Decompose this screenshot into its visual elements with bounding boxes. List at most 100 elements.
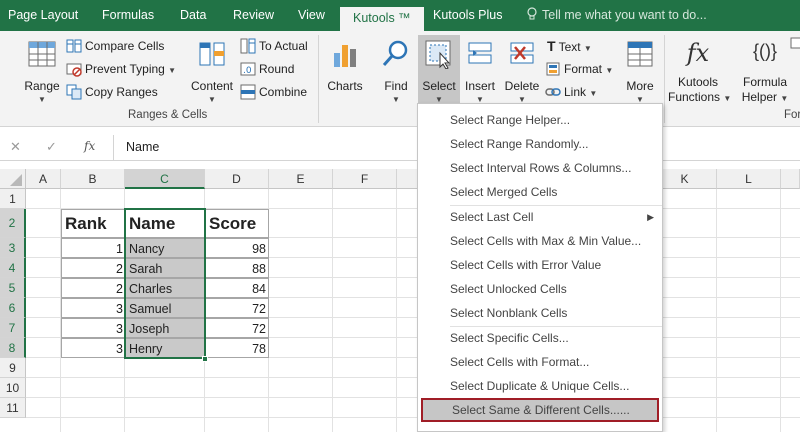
menu-item-select-specific-cells[interactable]: Select Specific Cells... <box>418 326 662 350</box>
menu-item-select-cells-with-format[interactable]: Select Cells with Format... <box>418 350 662 374</box>
menu-item-select-last-cell[interactable]: Select Last Cell ▶ <box>418 205 662 229</box>
score-cell[interactable]: 78 <box>205 338 269 358</box>
row-header-8[interactable]: 8 <box>0 338 26 358</box>
insert-function-icon[interactable]: fx <box>84 139 95 153</box>
menu-item-select-range-helper[interactable]: Select Range Helper... <box>418 108 662 132</box>
column-header-b[interactable]: B <box>61 169 125 189</box>
rank-cell[interactable]: 2 <box>61 258 126 278</box>
score-cell[interactable]: 72 <box>205 318 269 338</box>
name-cell[interactable]: Joseph <box>125 318 206 338</box>
content-button[interactable]: Content ▼ <box>188 37 236 104</box>
tab-review[interactable]: Review <box>233 0 274 31</box>
menu-item-select-merged-cells[interactable]: Select Merged Cells <box>418 180 662 204</box>
overflow-icon[interactable] <box>790 35 800 57</box>
score-cell[interactable]: 88 <box>205 258 269 278</box>
rank-cell[interactable]: 3 <box>61 318 126 338</box>
tab-formulas[interactable]: Formulas <box>102 0 154 31</box>
tab-data[interactable]: Data <box>180 0 206 31</box>
insert-button[interactable]: Insert ▼ <box>462 37 498 104</box>
row-header-7[interactable]: 7 <box>0 318 26 338</box>
row-header-10[interactable]: 10 <box>0 378 26 398</box>
column-header-e[interactable]: E <box>269 169 333 189</box>
charts-button[interactable]: Charts <box>324 37 366 103</box>
formula-helper-button[interactable]: {()} Formula Helper ▼ <box>736 37 794 107</box>
menu-item-select-cells-error-value[interactable]: Select Cells with Error Value <box>418 253 662 277</box>
link-label: Link <box>564 85 587 99</box>
format-button[interactable]: Format ▼ <box>545 58 613 80</box>
score-cell[interactable]: 84 <box>205 278 269 298</box>
find-button[interactable]: Find ▼ <box>376 37 416 104</box>
select-button[interactable]: Select ▼ <box>418 35 460 105</box>
table-header-rank[interactable]: Rank <box>61 209 126 238</box>
ribbon-tab-bar: Page Layout Formulas Data Review View Ku… <box>0 0 800 31</box>
charts-label: Charts <box>327 79 363 93</box>
tab-kutools-plus[interactable]: Kutools Plus <box>433 0 502 31</box>
kutools-functions-button[interactable]: fx Kutools Functions ▼ <box>668 37 732 107</box>
svg-text:.0: .0 <box>243 66 252 76</box>
column-header-l[interactable]: L <box>717 169 781 189</box>
tab-view[interactable]: View <box>298 0 325 31</box>
compare-cells-button[interactable]: Compare Cells <box>66 35 164 57</box>
tab-page-layout[interactable]: Page Layout <box>8 0 78 31</box>
menu-item-select-range-randomly[interactable]: Select Range Randomly... <box>418 132 662 156</box>
enter-icon[interactable]: ✓ <box>46 139 57 155</box>
select-all-corner[interactable] <box>0 169 26 189</box>
range-button[interactable]: Range ▼ <box>20 37 64 104</box>
gridline <box>396 189 397 432</box>
copy-ranges-button[interactable]: Copy Ranges <box>66 81 158 103</box>
row-header-5[interactable]: 5 <box>0 278 26 298</box>
table-header-name[interactable]: Name <box>125 209 206 238</box>
rank-cell[interactable]: 2 <box>61 278 126 298</box>
name-cell[interactable]: Charles <box>125 278 206 298</box>
column-header-a[interactable]: A <box>26 169 61 189</box>
row-header-11[interactable]: 11 <box>0 398 26 418</box>
row-header-3[interactable]: 3 <box>0 238 26 258</box>
column-header-f[interactable]: F <box>333 169 397 189</box>
tab-kutools[interactable]: Kutools ™ <box>340 7 424 31</box>
fill-handle[interactable] <box>202 356 208 362</box>
menu-item-select-cells-max-min[interactable]: Select Cells with Max & Min Value... <box>418 229 662 253</box>
tell-me-search[interactable]: Tell me what you want to do... <box>526 0 707 31</box>
column-header-d[interactable]: D <box>205 169 269 189</box>
link-button[interactable]: Link ▼ <box>545 81 597 103</box>
score-cell[interactable]: 98 <box>205 238 269 258</box>
column-header-partial[interactable] <box>781 169 800 189</box>
row-header-9[interactable]: 9 <box>0 358 26 378</box>
name-cell[interactable]: Nancy <box>125 238 206 258</box>
menu-item-select-interval-rows-columns[interactable]: Select Interval Rows & Columns... <box>418 156 662 180</box>
table-header-score[interactable]: Score <box>205 209 269 238</box>
combine-button[interactable]: Combine <box>240 81 307 103</box>
row-header-4[interactable]: 4 <box>0 258 26 278</box>
format-icon <box>546 62 560 76</box>
kutools-functions-label-1: Kutools <box>677 75 719 89</box>
menu-item-select-nonblank-cells[interactable]: Select Nonblank Cells <box>418 301 662 325</box>
round-button[interactable]: .0 Round <box>240 58 294 80</box>
worksheet-grid: A B C D E F G H I J K L 1 2 3 4 5 6 7 8 … <box>0 169 800 432</box>
name-cell[interactable]: Sarah <box>125 258 206 278</box>
row-header-2[interactable]: 2 <box>0 209 26 238</box>
delete-icon <box>510 42 534 64</box>
text-button[interactable]: T Text ▼ <box>547 35 592 57</box>
chevron-down-icon: ▼ <box>723 94 732 103</box>
menu-item-select-same-different[interactable]: Select Same & Different Cells...... <box>421 398 659 422</box>
cancel-icon[interactable]: ✕ <box>10 139 21 155</box>
rank-cell[interactable]: 3 <box>61 338 126 358</box>
rank-cell[interactable]: 1 <box>61 238 126 258</box>
delete-button[interactable]: Delete ▼ <box>502 37 542 104</box>
menu-item-select-duplicate-unique[interactable]: Select Duplicate & Unique Cells... <box>418 374 662 398</box>
more-button[interactable]: More ▼ <box>620 37 660 104</box>
prevent-typing-button[interactable]: Prevent Typing ▼ <box>66 58 176 80</box>
score-cell[interactable]: 72 <box>205 298 269 318</box>
row-header-6[interactable]: 6 <box>0 298 26 318</box>
group-label-formula-cut: For <box>784 109 800 121</box>
name-cell[interactable]: Henry <box>125 338 206 358</box>
to-actual-button[interactable]: To Actual <box>240 35 308 57</box>
content-icon <box>199 42 225 66</box>
menu-item-select-unlocked-cells[interactable]: Select Unlocked Cells <box>418 277 662 301</box>
column-header-c[interactable]: C <box>125 169 205 189</box>
rank-cell[interactable]: 3 <box>61 298 126 318</box>
insert-label: Insert <box>464 79 495 93</box>
name-cell[interactable]: Samuel <box>125 298 206 318</box>
row-header-1[interactable]: 1 <box>0 189 26 209</box>
bar-chart-icon <box>334 45 356 67</box>
